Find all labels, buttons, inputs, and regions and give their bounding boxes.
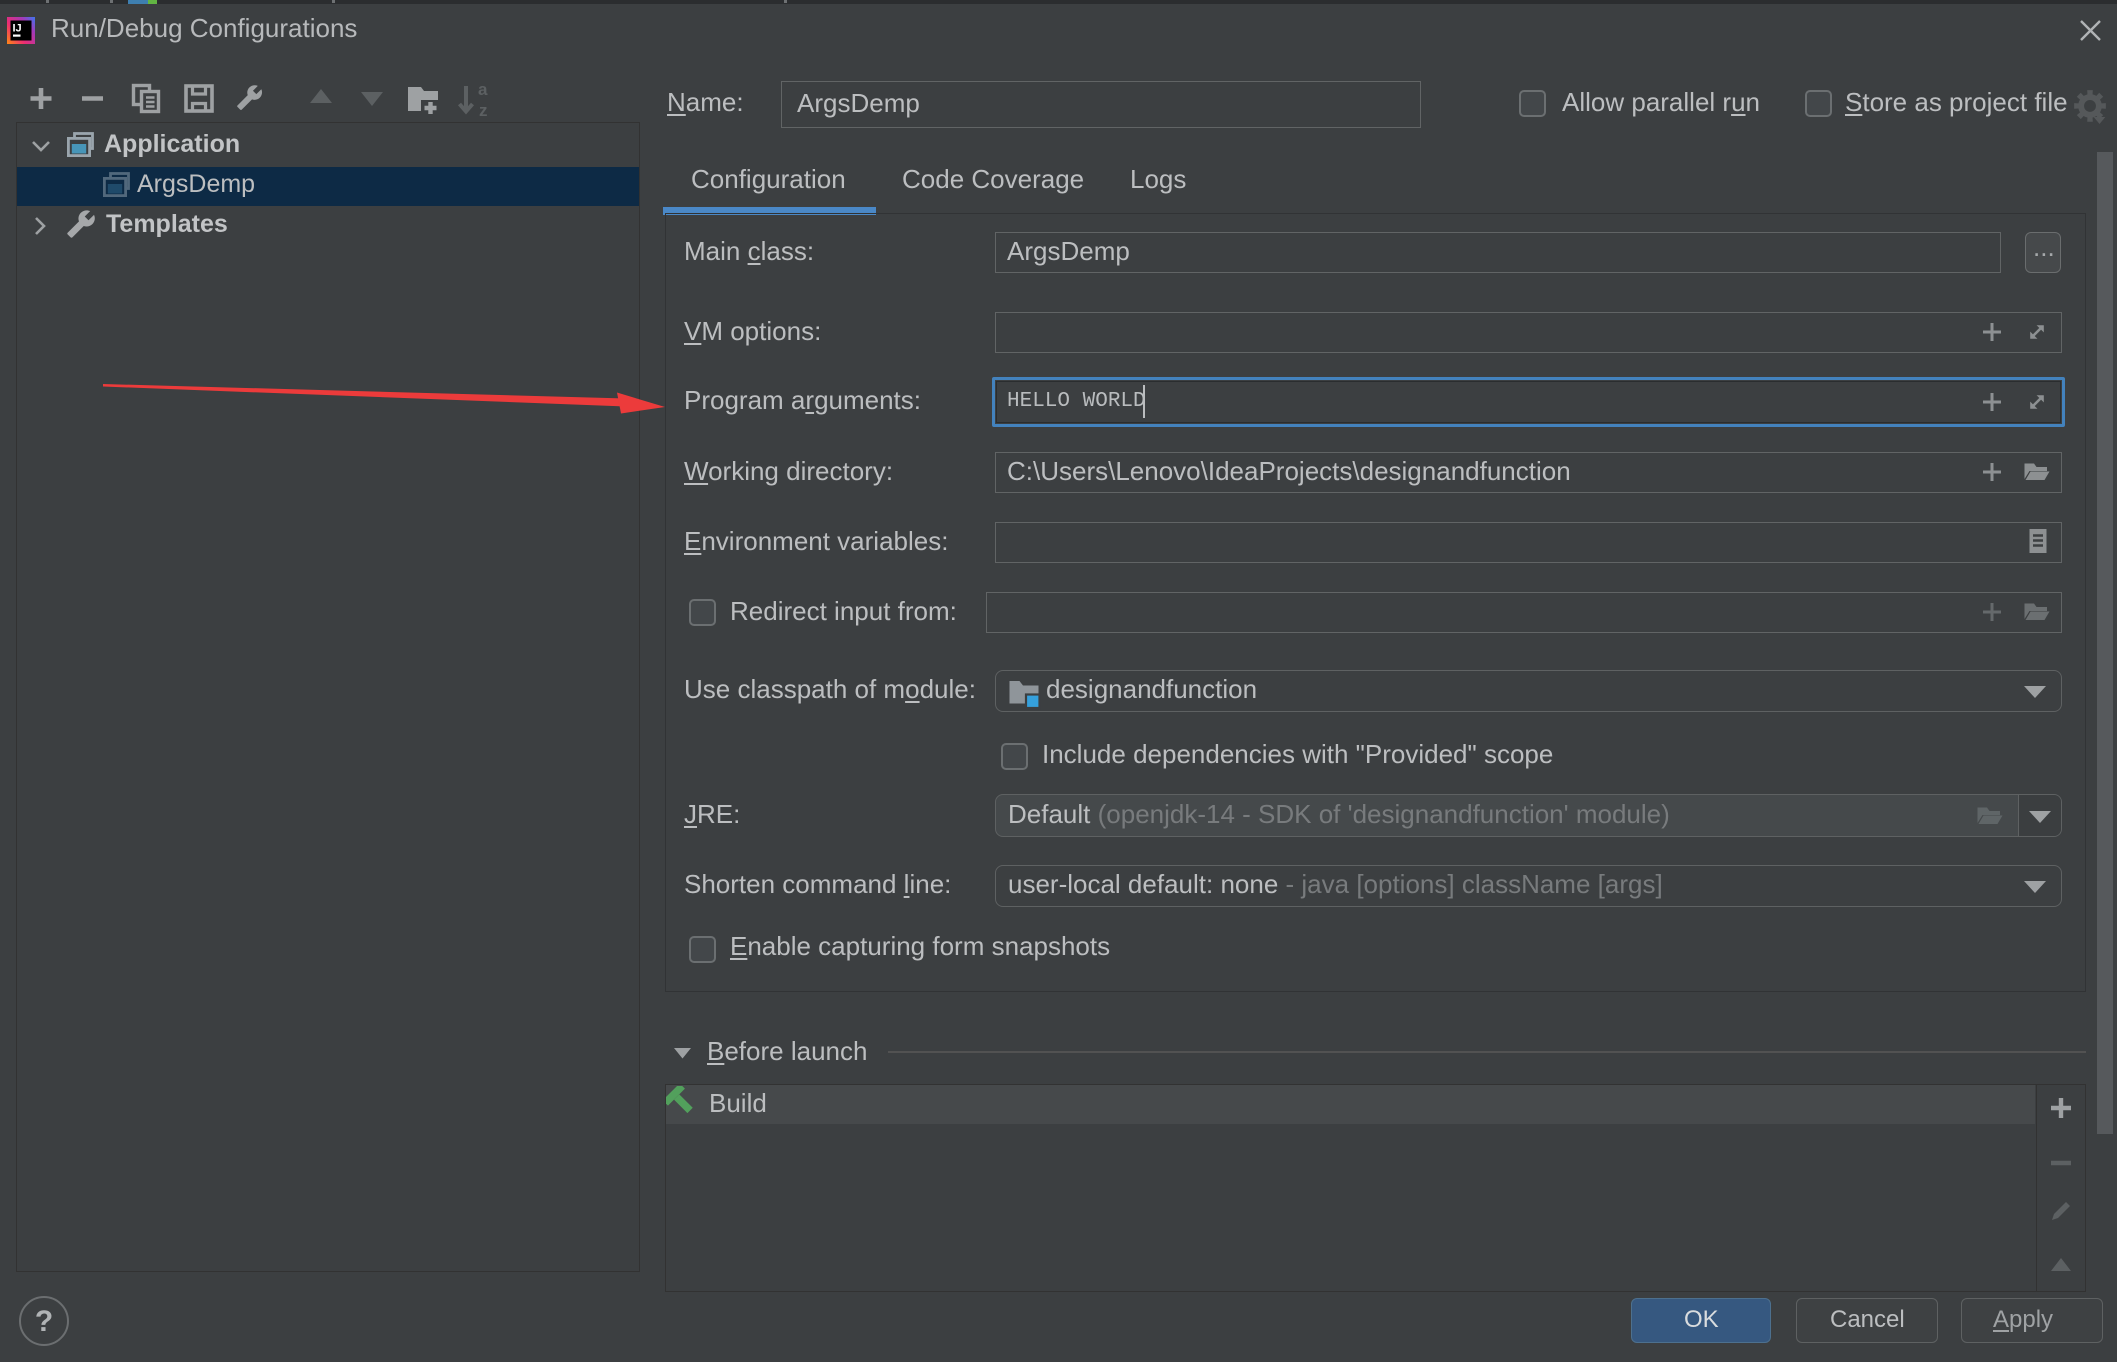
svg-text:?: ? <box>35 1305 53 1338</box>
svg-text:IJ: IJ <box>13 23 22 35</box>
svg-text:a: a <box>478 80 488 99</box>
svg-text:z: z <box>479 101 488 120</box>
